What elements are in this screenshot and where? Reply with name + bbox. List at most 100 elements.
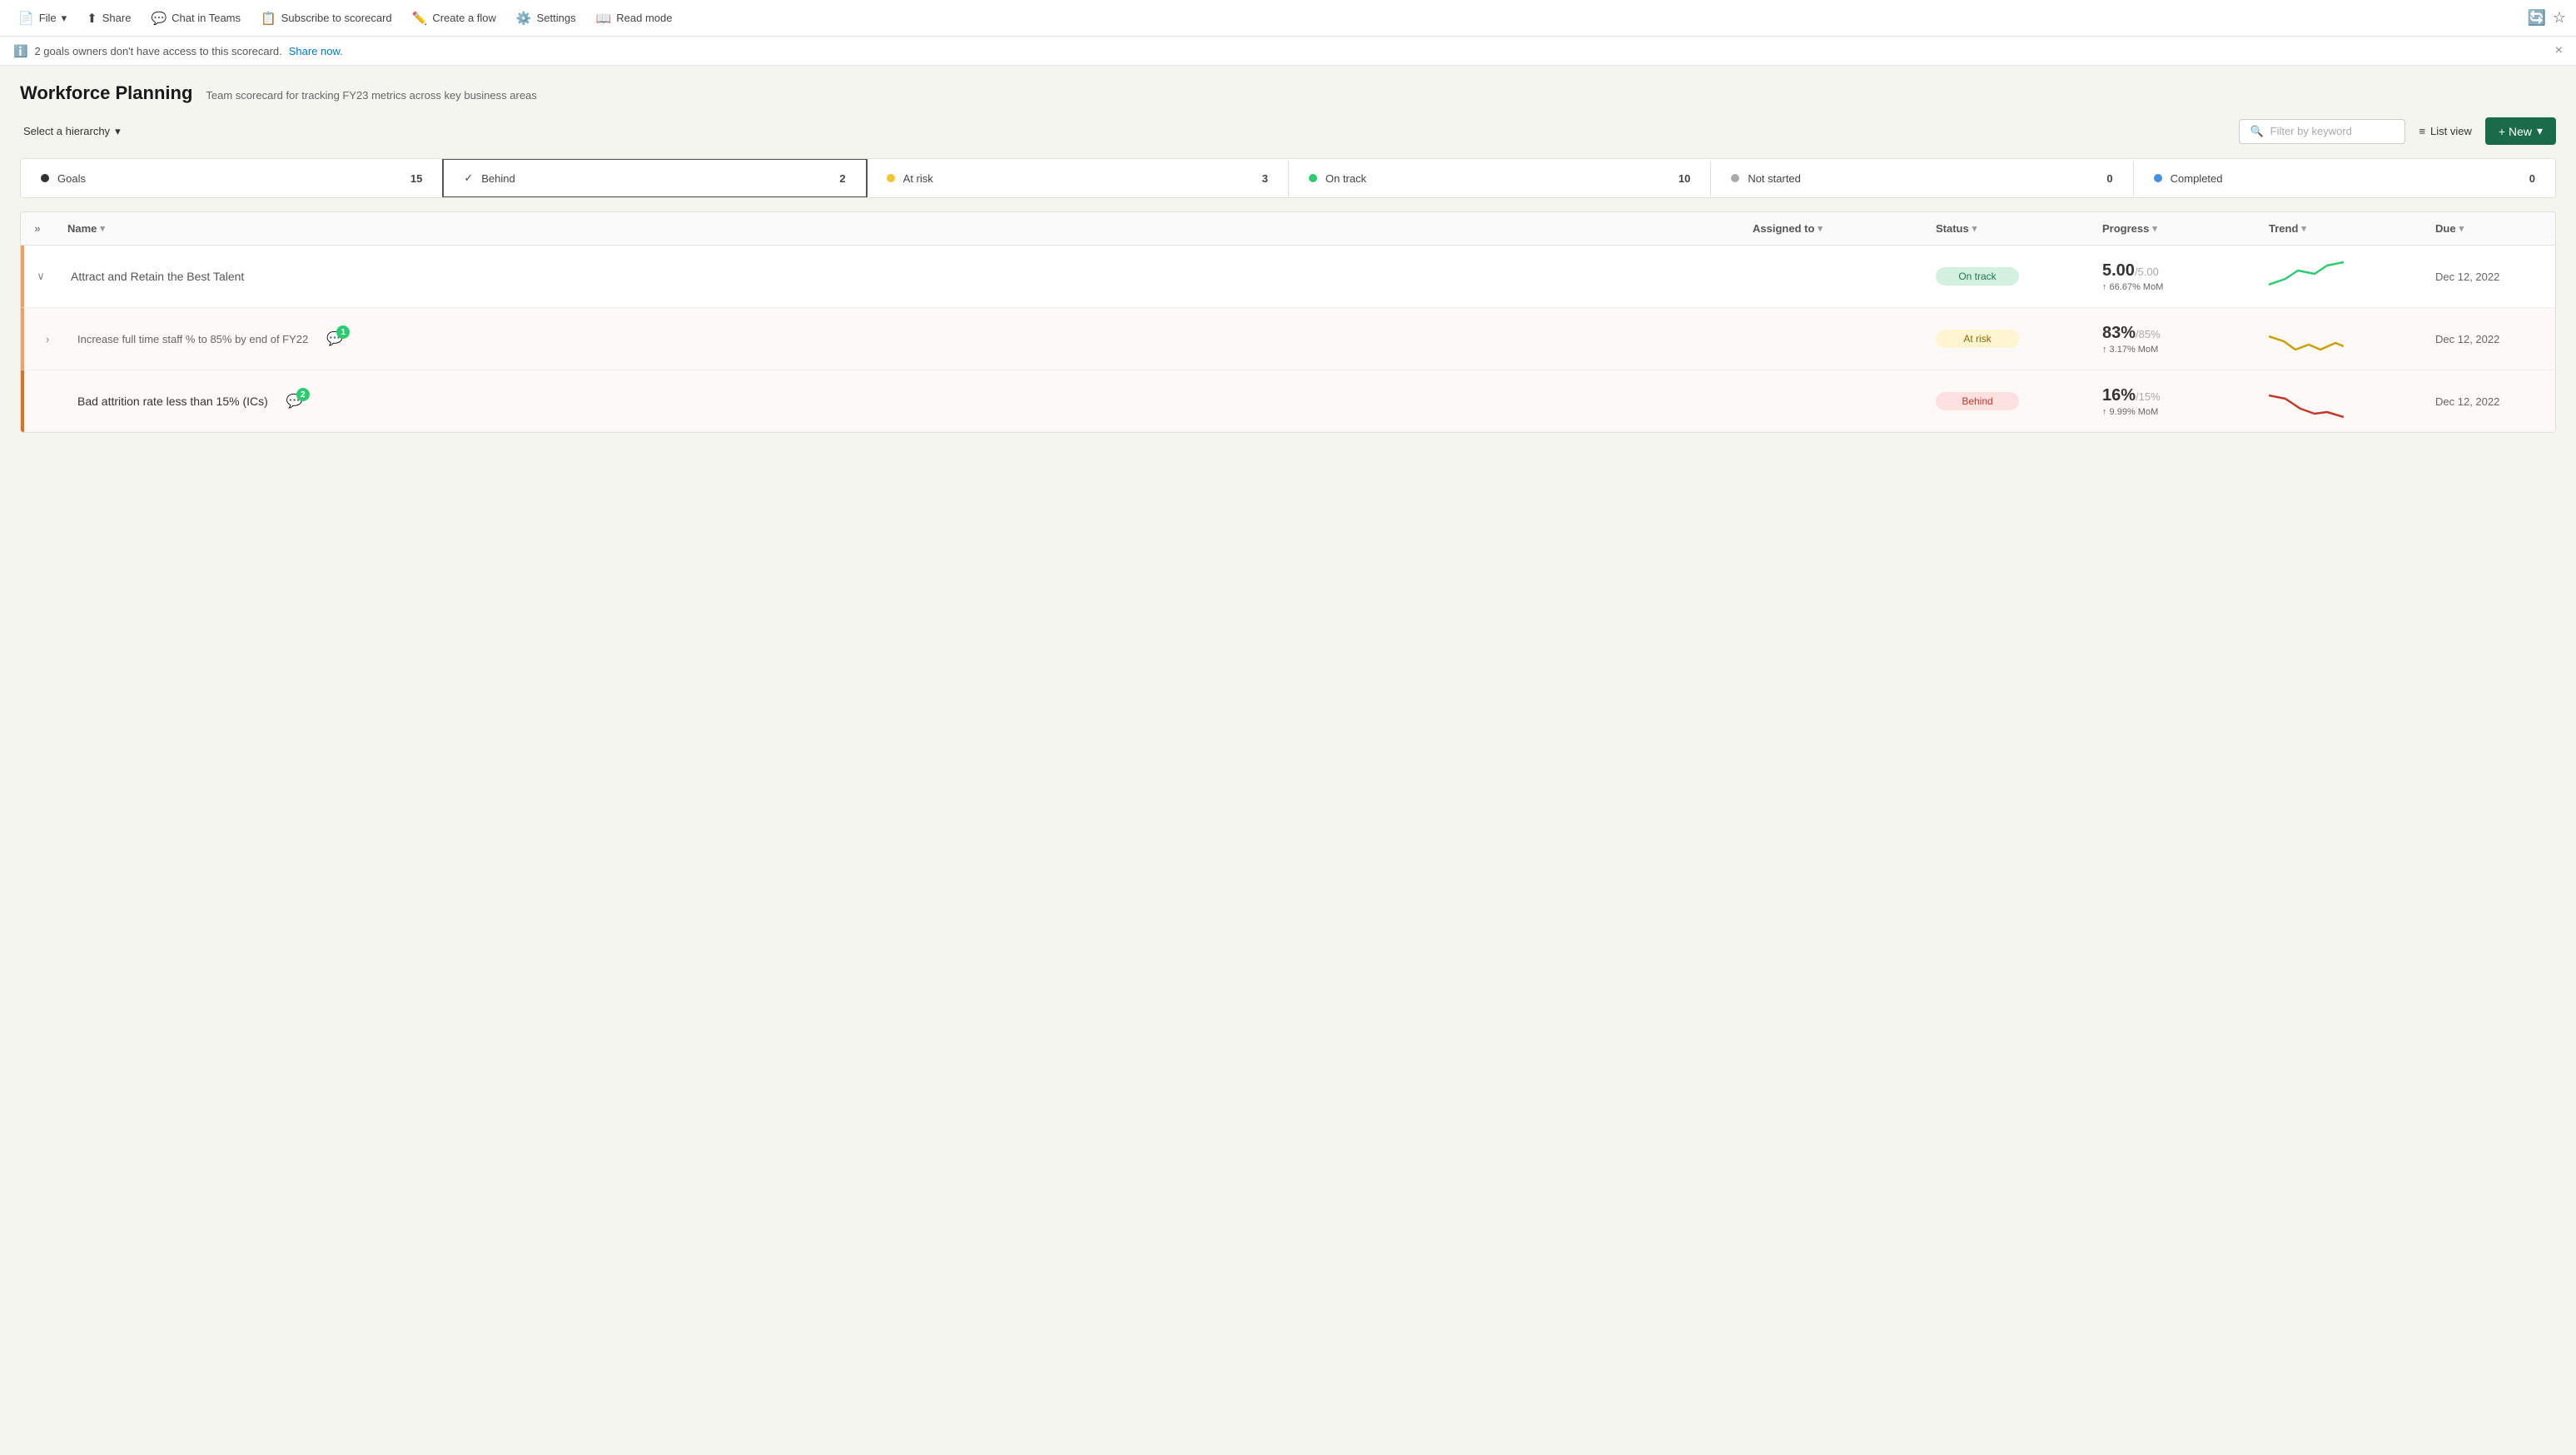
- completed-count: 0: [2529, 172, 2535, 185]
- row3-mom: ↑ 9.99% MoM: [2102, 407, 2161, 417]
- status-on-track[interactable]: On track 10: [1289, 161, 1711, 196]
- row1-name-text: Attract and Retain the Best Talent: [71, 270, 244, 283]
- trend-sort-icon: ▾: [2301, 223, 2306, 234]
- table-row: › Increase full time staff % to 85% by e…: [21, 308, 2555, 370]
- completed-label: Completed: [2171, 172, 2223, 185]
- table-row: ∨ Attract and Retain the Best Talent On …: [21, 246, 2555, 308]
- subscribe-icon: 📋: [261, 11, 276, 26]
- toolbar: 📄 File ▾ ⬆ Share 💬 Chat in Teams 📋 Subsc…: [0, 0, 2576, 37]
- status-at-risk[interactable]: At risk 3: [867, 161, 1289, 196]
- file-menu-button[interactable]: 📄 File ▾: [10, 6, 75, 31]
- row2-comment-badge[interactable]: 💬 1: [321, 327, 348, 350]
- not-started-count: 0: [2106, 172, 2112, 185]
- on-track-count: 10: [1678, 172, 1690, 185]
- flow-icon: ✏️: [412, 11, 428, 26]
- create-flow-button[interactable]: ✏️ Create a flow: [404, 6, 505, 31]
- row3-name: Bad attrition rate less than 15% (ICs) 💬…: [57, 380, 1739, 423]
- expand-all-icon[interactable]: »: [34, 222, 40, 235]
- row2-expand-button[interactable]: ›: [46, 333, 49, 345]
- settings-icon: ⚙️: [516, 11, 532, 26]
- row2-name: Increase full time staff % to 85% by end…: [57, 317, 1739, 360]
- controls-row: Select a hierarchy ▾ 🔍 Filter by keyword…: [20, 117, 2556, 145]
- notification-close-button[interactable]: ×: [2555, 43, 2563, 58]
- status-goals[interactable]: Goals 15: [21, 161, 443, 196]
- list-view-icon: ≡: [2419, 125, 2425, 137]
- chat-label: Chat in Teams: [172, 12, 241, 24]
- due-header[interactable]: Due ▾: [2422, 212, 2555, 245]
- filter-input-container[interactable]: 🔍 Filter by keyword: [2239, 119, 2405, 144]
- row1-assigned: [1739, 266, 1922, 286]
- row1-progress-cell: 5.00/5.00 ↑ 66.67% MoM: [2102, 261, 2163, 292]
- status-behind[interactable]: ✓ Behind 2: [442, 158, 867, 198]
- status-completed[interactable]: Completed 0: [2134, 161, 2555, 196]
- due-header-label: Due: [2435, 222, 2456, 235]
- row2-value: 83%: [2102, 324, 2136, 342]
- file-label: File: [39, 12, 57, 24]
- notification-text: 2 goals owners don't have access to this…: [34, 45, 281, 57]
- name-header[interactable]: Name ▾: [54, 212, 1739, 245]
- read-label: Read mode: [616, 12, 672, 24]
- page-header: Workforce Planning Team scorecard for tr…: [20, 82, 2556, 104]
- list-view-button[interactable]: ≡ List view: [2412, 120, 2478, 142]
- share-button[interactable]: ⬆ Share: [78, 6, 139, 31]
- star-icon[interactable]: ☆: [2553, 9, 2566, 27]
- new-button[interactable]: + New ▾: [2485, 117, 2556, 145]
- table-header: » Name ▾ Assigned to ▾ Status ▾ Progress…: [21, 212, 2555, 246]
- row3-trend: [2255, 370, 2422, 432]
- hierarchy-chevron: ▾: [115, 125, 121, 138]
- table-row: Bad attrition rate less than 15% (ICs) 💬…: [21, 370, 2555, 432]
- row2-status: At risk: [1922, 320, 2089, 358]
- row3-progress-value: 16%/15%: [2102, 386, 2161, 405]
- row3-comment-count: 2: [296, 388, 310, 401]
- list-view-label: List view: [2430, 125, 2472, 137]
- row2-progress-value: 83%/85%: [2102, 324, 2161, 343]
- status-header[interactable]: Status ▾: [1922, 212, 2089, 245]
- subscribe-button[interactable]: 📋 Subscribe to scorecard: [252, 6, 400, 31]
- goals-count: 15: [410, 172, 422, 185]
- row1-status-badge: On track: [1936, 267, 2019, 286]
- row1-trend: [2255, 246, 2422, 307]
- assigned-header-label: Assigned to: [1753, 222, 1814, 235]
- refresh-icon[interactable]: 🔄: [2527, 9, 2545, 27]
- page-title: Workforce Planning: [20, 82, 192, 104]
- row3-name-text: Bad attrition rate less than 15% (ICs): [77, 395, 268, 408]
- row1-progress: 5.00/5.00 ↑ 66.67% MoM: [2089, 251, 2255, 302]
- trend-header[interactable]: Trend ▾: [2255, 212, 2422, 245]
- row2-assigned: [1739, 329, 1922, 349]
- row3-due: Dec 12, 2022: [2422, 385, 2555, 418]
- goals-dot: [41, 174, 49, 182]
- row3-due-date: Dec 12, 2022: [2435, 395, 2499, 408]
- on-track-dot: [1309, 174, 1317, 182]
- row1-progress-value: 5.00/5.00: [2102, 261, 2163, 281]
- search-icon: 🔍: [2250, 125, 2263, 138]
- row1-expand[interactable]: ∨: [24, 260, 57, 293]
- chat-in-teams-button[interactable]: 💬 Chat in Teams: [142, 6, 249, 31]
- main-content: Workforce Planning Team scorecard for tr…: [0, 66, 2576, 1446]
- status-filter-bar: Goals 15 ✓ Behind 2 At risk 3 On track 1…: [20, 158, 2556, 198]
- assigned-header[interactable]: Assigned to ▾: [1739, 212, 1922, 245]
- progress-header[interactable]: Progress ▾: [2089, 212, 2255, 245]
- row2-name-text: Increase full time staff % to 85% by end…: [77, 333, 308, 345]
- row1-expand-button[interactable]: ∨: [37, 270, 45, 283]
- row3-comment-badge[interactable]: 💬 2: [281, 390, 308, 413]
- flow-label: Create a flow: [432, 12, 496, 24]
- row3-value: 16%: [2102, 386, 2136, 405]
- status-not-started[interactable]: Not started 0: [1711, 161, 2133, 196]
- status-header-label: Status: [1936, 222, 1969, 235]
- read-mode-button[interactable]: 📖 Read mode: [588, 6, 681, 31]
- share-now-link[interactable]: Share now.: [289, 45, 343, 57]
- row3-status: Behind: [1922, 382, 2089, 420]
- row2-trend: [2255, 308, 2422, 370]
- row1-due-date: Dec 12, 2022: [2435, 271, 2499, 283]
- completed-dot: [2154, 174, 2162, 182]
- on-track-label: On track: [1325, 172, 1366, 185]
- new-label: + New: [2499, 125, 2532, 138]
- row1-due: Dec 12, 2022: [2422, 261, 2555, 293]
- select-hierarchy-button[interactable]: Select a hierarchy ▾: [20, 120, 124, 143]
- new-dropdown-icon: ▾: [2537, 124, 2543, 138]
- behind-check-icon: ✓: [464, 171, 473, 185]
- toolbar-right: 🔄 ☆: [2527, 9, 2566, 27]
- row2-expand[interactable]: ›: [24, 323, 57, 355]
- row2-comment-count: 1: [336, 325, 350, 339]
- settings-button[interactable]: ⚙️ Settings: [508, 6, 584, 31]
